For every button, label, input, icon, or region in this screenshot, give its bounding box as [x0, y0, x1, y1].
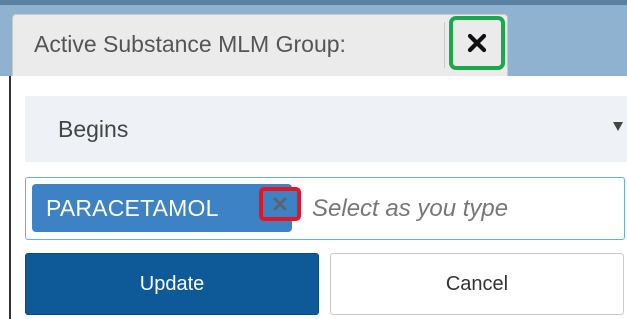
filter-field-label: Active Substance MLM Group: — [34, 31, 346, 57]
tag-input-placeholder: Select as you type — [312, 195, 509, 222]
header-top-border — [0, 0, 627, 5]
close-icon — [273, 197, 287, 211]
update-button[interactable]: Update — [25, 253, 319, 315]
remove-tag-button[interactable] — [259, 187, 301, 221]
tag-select-input[interactable]: PARACETAMOL Select as you type — [25, 177, 625, 240]
condition-selected-value: Begins — [58, 116, 129, 142]
selected-tag: PARACETAMOL — [32, 184, 292, 232]
header-divider — [444, 22, 445, 68]
close-icon — [467, 33, 487, 53]
selected-tag-label: PARACETAMOL — [46, 195, 219, 221]
clear-filter-button[interactable] — [449, 16, 505, 70]
cancel-button[interactable]: Cancel — [330, 253, 624, 315]
condition-dropdown[interactable]: Begins — [25, 96, 627, 162]
caret-down-icon — [613, 122, 623, 131]
